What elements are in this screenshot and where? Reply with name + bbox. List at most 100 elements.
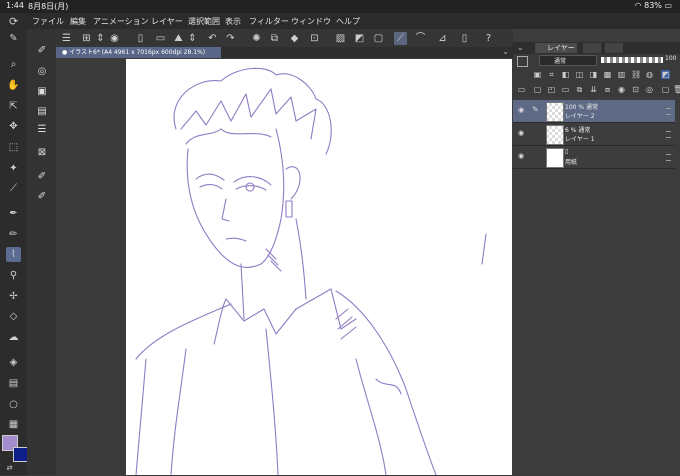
menu-window[interactable]: ウィンドウ xyxy=(291,16,331,27)
layer-row-1[interactable]: ◉ 6 % 通常 レイヤー 1 xyxy=(513,123,675,146)
menu-selection[interactable]: 選択範囲 xyxy=(188,16,220,27)
color-icon[interactable]: ◩ xyxy=(661,70,670,79)
pen-icon[interactable]: ✎ xyxy=(6,31,21,46)
layer-tab[interactable]: レイヤー xyxy=(535,43,577,53)
menu-animation[interactable]: アニメーション xyxy=(93,16,149,27)
trash-icon[interactable]: 🗑 xyxy=(673,85,680,94)
menu-edit[interactable]: 編集 xyxy=(70,16,86,27)
ruler-add-icon[interactable]: ⊡ xyxy=(631,85,640,94)
ref-icon[interactable]: ◧ xyxy=(561,70,570,79)
palette-icon[interactable]: ◍ xyxy=(645,70,654,79)
eyedropper-icon[interactable]: ⟋ xyxy=(6,181,21,196)
blend-mode-select[interactable]: 通常 xyxy=(539,55,597,66)
lock-alpha-icon[interactable]: ▩ xyxy=(603,70,612,79)
document-tab[interactable]: ● イラスト6* (A4 4961 x 7016px 600dpi 28.1%) xyxy=(56,47,221,58)
clear-icon[interactable]: ✺ xyxy=(250,32,263,45)
app-logo-icon[interactable]: ⟳ xyxy=(9,15,21,28)
opacity-slider[interactable] xyxy=(601,57,663,63)
move-icon[interactable]: ✥ xyxy=(6,119,21,134)
eye-icon[interactable]: ◉ xyxy=(518,152,526,160)
duplicate-icon[interactable]: ⧉ xyxy=(575,85,584,94)
link-icon[interactable]: ⛓ xyxy=(631,70,641,79)
sub-color-swatch[interactable] xyxy=(13,447,28,462)
stepper-icon[interactable]: ⇕ xyxy=(94,32,107,45)
draft-icon[interactable]: ◫ xyxy=(575,70,584,79)
snap-c-icon[interactable]: ▢ xyxy=(372,32,385,45)
stepper2-icon[interactable]: ⇕ xyxy=(186,32,199,45)
menu-file[interactable]: ファイル xyxy=(32,16,64,27)
snap-b-icon[interactable]: ◩ xyxy=(353,32,366,45)
lock-transparent-icon[interactable]: ▥ xyxy=(617,70,626,79)
subtool-e-icon[interactable]: ☰ xyxy=(35,123,49,137)
new-folder-icon[interactable]: ▭ xyxy=(561,85,570,94)
panel-tab-2[interactable] xyxy=(583,43,601,53)
eye-icon[interactable]: ◉ xyxy=(518,106,526,114)
clip-icon[interactable]: ⌗ xyxy=(547,70,556,79)
eraser-icon[interactable]: ◇ xyxy=(6,309,21,324)
zoom-icon[interactable]: ⌕ xyxy=(6,57,21,72)
drag-handle-icon[interactable] xyxy=(666,131,671,138)
merge-icon[interactable]: ⇊ xyxy=(589,85,598,94)
subtool-brush-a-icon[interactable]: ✐ xyxy=(35,44,49,58)
menu-layer[interactable]: レイヤー xyxy=(151,16,183,27)
redo-icon[interactable]: ↷ xyxy=(224,32,237,45)
select-icon[interactable]: ⬚ xyxy=(6,140,21,155)
drag-handle-icon[interactable] xyxy=(666,108,671,115)
new-layer-icon[interactable]: ▢ xyxy=(661,85,670,94)
pen2-icon[interactable]: ✒ xyxy=(6,206,21,221)
gradient-icon[interactable]: ▤ xyxy=(6,376,21,391)
new-raster-icon[interactable]: ▢ xyxy=(533,85,542,94)
new-canvas-icon[interactable]: ⊞ xyxy=(80,32,93,45)
new-vector-icon[interactable]: ◰ xyxy=(547,85,556,94)
menu-help[interactable]: ヘルプ xyxy=(336,16,360,27)
brush-icon[interactable]: ⌇ xyxy=(6,247,21,262)
drag-handle-icon[interactable] xyxy=(666,154,671,161)
subtool-d-icon[interactable]: ▤ xyxy=(35,105,49,119)
ruler-icon[interactable]: ⊿ xyxy=(436,32,449,45)
open-icon[interactable]: ▭ xyxy=(154,32,167,45)
subtool-c-icon[interactable]: ▣ xyxy=(35,85,49,99)
snap-a-icon[interactable]: ▨ xyxy=(334,32,347,45)
blend-icon[interactable]: ☁ xyxy=(6,330,21,345)
device-icon[interactable]: ▯ xyxy=(458,32,471,45)
copy-icon[interactable]: ⧉ xyxy=(268,32,281,45)
transform-icon[interactable]: ⊡ xyxy=(308,32,321,45)
decoration-icon[interactable]: ✢ xyxy=(6,289,21,304)
new-file-icon[interactable]: ▯ xyxy=(134,32,147,45)
layer-row-paper[interactable]: ◉ ▯ 用紙 xyxy=(513,146,675,169)
combine-icon[interactable]: ⧈ xyxy=(603,85,612,94)
subtool-b-icon[interactable]: ◎ xyxy=(35,65,49,79)
menu-toggle-icon[interactable]: ☰ xyxy=(60,32,73,45)
canvas-paper[interactable] xyxy=(126,59,512,475)
figure-icon[interactable]: ○ xyxy=(6,397,21,412)
autoselect-icon[interactable]: ✦ xyxy=(6,161,21,176)
hand-icon[interactable]: ✋ xyxy=(6,78,21,93)
save-icon[interactable]: ⛰ xyxy=(172,32,185,45)
tab-collapse-icon[interactable]: ⌄ xyxy=(502,47,509,56)
panel-menu-icon[interactable]: ▭ xyxy=(517,85,526,94)
fill-icon[interactable]: ◈ xyxy=(6,355,21,370)
layer-row-2[interactable]: ◉ ✎ 100 % 通常 レイヤー 2 xyxy=(513,100,675,123)
mask-add-icon[interactable]: ◉ xyxy=(617,85,626,94)
undo-icon[interactable]: ↶ xyxy=(206,32,219,45)
adjust-icon[interactable]: ◎ xyxy=(645,85,654,94)
frame-icon[interactable]: ▦ xyxy=(6,417,21,432)
help-icon[interactable]: ? xyxy=(482,32,495,45)
ruler-snap2-icon[interactable]: ⌒ xyxy=(414,32,427,45)
mask-icon[interactable]: ◨ xyxy=(589,70,598,79)
subtool-g-icon[interactable]: ✐ xyxy=(35,170,49,184)
operation-icon[interactable]: ⇱ xyxy=(6,99,21,114)
display-icon[interactable]: ◉ xyxy=(108,32,121,45)
ruler-snap-icon[interactable]: ⟋ xyxy=(394,32,407,45)
layer-property-icon[interactable] xyxy=(517,56,528,67)
subtool-f-icon[interactable]: ⊠ xyxy=(35,146,49,160)
lock-icon[interactable]: ▣ xyxy=(533,70,542,79)
menu-filter[interactable]: フィルター xyxy=(249,16,289,27)
fill-selection-icon[interactable]: ◆ xyxy=(288,32,301,45)
menu-view[interactable]: 表示 xyxy=(225,16,241,27)
panel-tab-3[interactable] xyxy=(605,43,623,53)
opacity-value[interactable]: 100 xyxy=(665,55,676,62)
pencil-icon[interactable]: ✏ xyxy=(6,227,21,242)
eye-icon[interactable]: ◉ xyxy=(518,129,526,137)
panel-collapse-icon[interactable]: ⌄ xyxy=(517,43,524,52)
